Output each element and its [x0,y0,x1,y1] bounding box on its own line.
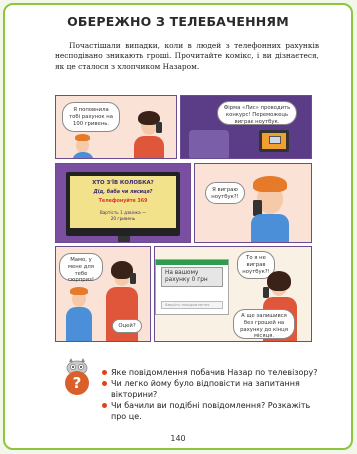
intro-text: Почастішали випадки, коли в людей з теле… [55,41,319,71]
tv-phone: Телефонуйте 369 [98,199,148,204]
laptop-icon [269,136,281,144]
speech-bubble: Я поповнила тобі рахунок на 100 гривень. [62,102,120,132]
phone-icon [130,273,136,284]
tv-cost-1: Вартість 1 дзвінка — [99,210,147,215]
speech-bubble: Я виграю ноутбук?! [205,182,245,204]
question-item: Чи бачили ви подібні повідомлення? Розка… [101,400,327,422]
page-number: 140 [170,434,186,443]
tv-title: ХТО З'ЇВ КОЛОБКА? [92,180,154,186]
comic-panel-4: Я виграю ноутбук?! [194,163,312,243]
phone-icon [263,287,269,298]
sms-input-field: Введіть повідомлення [161,301,223,309]
comic-panel-3: ХТО З'ЇВ КОЛОБКА? Дід, баба чи лисиця? Т… [55,163,191,243]
speech-bubble: Мамо, у мене для тебе сюрприз! [59,253,103,283]
page-title: ОБЕРЕЖНО З ТЕЛЕБАЧЕННЯМ [67,14,289,29]
page-frame: ОБЕРЕЖНО З ТЕЛЕБАЧЕННЯМ Почастішали випа… [3,3,353,450]
comic-panel-2: Фірма «Лис» проводить конкурс! Переможец… [180,95,312,159]
tv-question: Дід, баба чи лисиця? [93,190,153,195]
speech-bubble: Фірма «Лис» проводить конкурс! Переможец… [217,101,297,125]
sms-message: На вашому рахунку 0 грн [161,267,223,287]
tv-screen: ХТО З'ЇВ КОЛОБКА? Дід, баба чи лисиця? Т… [70,176,176,228]
speech-bubble: А ще залишився без грошей на рахунку до … [233,309,295,339]
question-item: Яке повідомлення побачив Назар по телеві… [101,367,327,378]
comic-panel-5: Мамо, у мене для тебе сюрприз! Оцей? [55,246,151,342]
comic-panel-1: Я поповнила тобі рахунок на 100 гривень. [55,95,177,159]
question-mark-icon: ? [65,371,89,395]
speech-bubble: Оцей? [112,319,142,333]
tv-cost-2: 20 гривень [110,216,136,221]
phone-icon [156,122,162,133]
comic-panel-6: На вашому рахунку 0 грн Введіть повідомл… [154,246,312,342]
question-item: Чи легко йому було відповісти на запитан… [101,378,327,400]
questions-list: Яке повідомлення побачив Назар по телеві… [101,367,327,422]
